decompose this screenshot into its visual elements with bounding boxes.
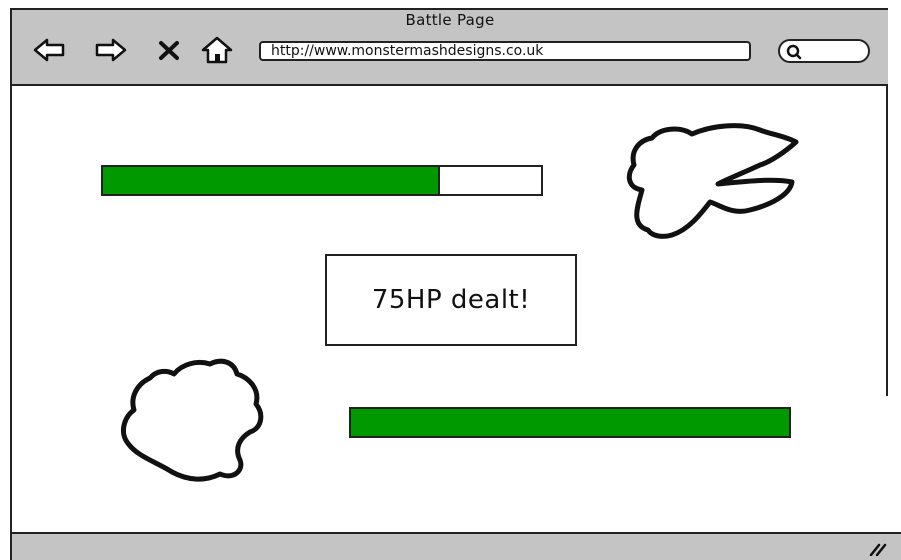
home-button[interactable] — [200, 35, 234, 65]
enemy-hp-fill — [103, 167, 441, 194]
close-icon — [159, 41, 179, 60]
battle-message: 75HP dealt! — [325, 254, 577, 346]
window-edge — [886, 86, 888, 396]
resize-grip-icon[interactable] — [867, 540, 887, 556]
enemy-hp-bar — [101, 165, 543, 196]
back-arrow-icon — [33, 38, 65, 62]
player-monster-sketch — [121, 358, 264, 482]
stop-button[interactable] — [157, 35, 181, 65]
search-input[interactable] — [778, 39, 870, 63]
back-button[interactable] — [32, 35, 66, 65]
search-icon — [786, 44, 802, 60]
status-bar — [12, 532, 901, 560]
page-title: Battle Page — [405, 11, 495, 29]
player-hp-bar — [349, 407, 791, 438]
home-icon — [201, 36, 233, 64]
player-hp-fill — [351, 409, 789, 436]
address-bar[interactable]: http://www.monstermashdesigns.co.uk — [259, 41, 751, 61]
enemy-monster-sketch — [626, 123, 799, 239]
forward-arrow-icon — [95, 38, 127, 62]
browser-toolbar: Battle Page http://www.monstermashdesign… — [12, 10, 888, 86]
forward-button[interactable] — [94, 35, 128, 65]
